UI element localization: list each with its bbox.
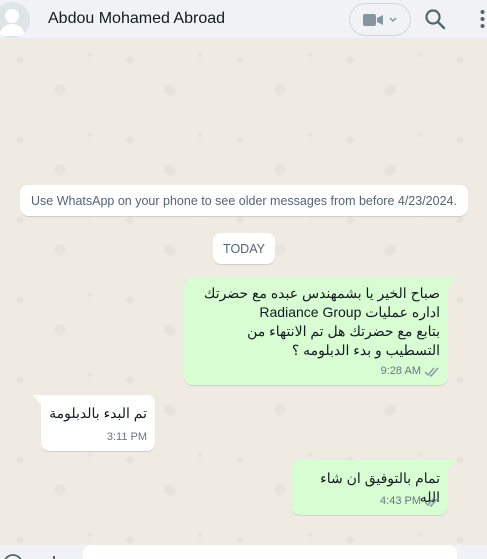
double-check-icon <box>424 366 440 377</box>
message-meta: 9:28 AM <box>381 362 440 381</box>
search-button[interactable] <box>424 8 446 30</box>
menu-button[interactable] <box>478 8 487 30</box>
bubble-tail <box>448 460 456 470</box>
older-messages-notice: Use WhatsApp on your phone to see older … <box>20 185 468 216</box>
message-incoming[interactable]: تم البدء بالدبلومة 3:11 PM <box>41 395 155 451</box>
message-text: صباح الخير يا بشمهندس عبده مع حضرتك ادار… <box>203 285 440 358</box>
kebab-menu-icon <box>480 10 485 28</box>
message-time: 3:11 PM <box>106 431 147 443</box>
search-icon <box>425 9 446 30</box>
chevron-down-icon <box>389 16 397 22</box>
plus-icon <box>53 556 55 559</box>
message-time: 4:43 PM <box>380 495 421 507</box>
date-separator: TODAY <box>213 233 275 264</box>
message-meta: 3:11 PM <box>107 428 147 447</box>
default-user-avatar-icon <box>0 2 30 38</box>
bubble-tail <box>33 395 41 405</box>
chat-header: Abdou Mohamed Abroad <box>0 0 487 39</box>
message-time: 9:28 AM <box>380 365 421 377</box>
contact-name[interactable]: Abdou Mohamed Abroad <box>48 10 225 28</box>
emoji-button[interactable] <box>2 553 24 559</box>
bubble-tail <box>448 278 456 288</box>
message-text: تم البدء بالدبلومة <box>49 405 147 421</box>
message-composer <box>0 545 487 559</box>
emoji-icon <box>4 554 22 559</box>
message-outgoing[interactable]: تمام بالتوفيق ان شاء الله 4:43 PM <box>292 460 448 515</box>
double-check-icon <box>424 496 440 507</box>
message-meta: 4:43 PM <box>380 492 440 511</box>
attach-button[interactable] <box>44 554 64 559</box>
video-call-button[interactable] <box>349 3 411 36</box>
contact-avatar[interactable] <box>0 2 30 38</box>
message-outgoing[interactable]: صباح الخير يا بشمهندس عبده مع حضرتك ادار… <box>184 278 448 385</box>
video-camera-icon <box>363 13 383 26</box>
message-input[interactable] <box>83 545 457 559</box>
chat-area[interactable]: Use WhatsApp on your phone to see older … <box>0 40 487 545</box>
